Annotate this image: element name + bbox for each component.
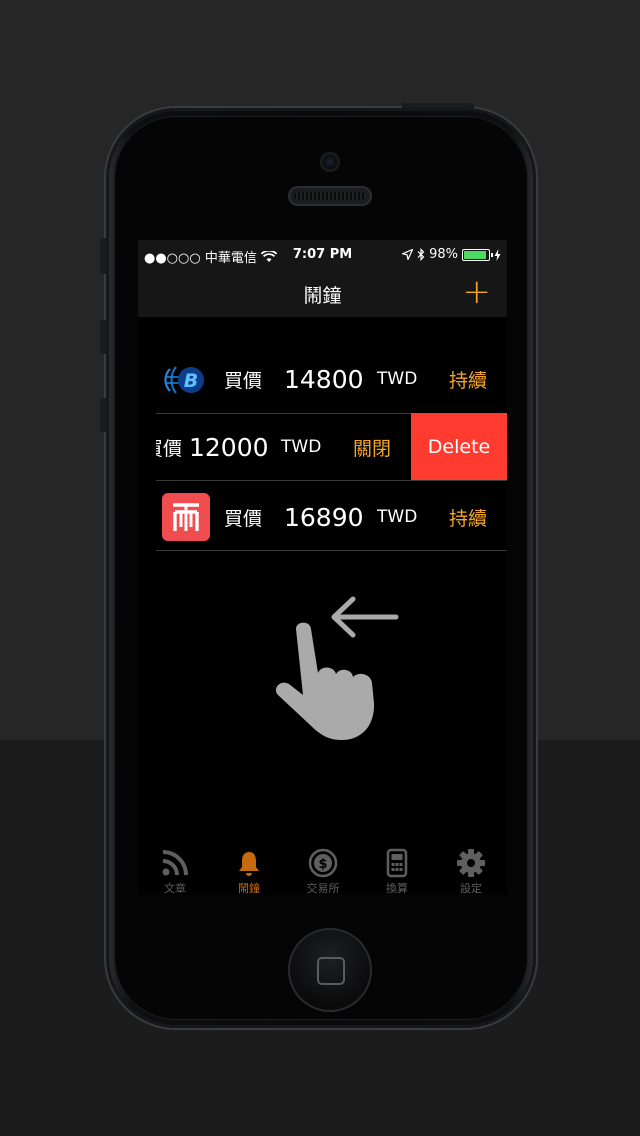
- bitoex-logo-icon: B: [164, 366, 204, 394]
- alarm-row[interactable]: 買價 16890 TWD 持續: [156, 483, 507, 551]
- alarm-row[interactable]: B 買價 14800 TWD 持續: [156, 345, 507, 413]
- tab-label: 交易所: [306, 882, 340, 895]
- battery-percent: 98%: [429, 247, 458, 262]
- coin-logo-icon: [162, 493, 210, 541]
- swipe-left-arrow-icon: [331, 596, 399, 638]
- swiped-content: 買價 12000 TWD 關閉: [156, 413, 411, 481]
- tab-label: 設定: [460, 882, 482, 895]
- tab-exchanges[interactable]: $ 交易所: [286, 840, 360, 895]
- bell-icon: [239, 852, 259, 876]
- add-alarm-button[interactable]: +: [463, 274, 492, 310]
- charging-bolt-icon: [494, 248, 501, 261]
- pointing-hand-icon: [275, 622, 375, 740]
- price-type-label: 買價: [224, 369, 263, 392]
- price-type-label: 買價: [156, 437, 183, 460]
- tab-alarms[interactable]: 鬧鐘: [212, 840, 286, 895]
- tab-label: 換算: [386, 882, 408, 895]
- dollar-coin-icon: $: [308, 848, 338, 878]
- volume-up-button: [100, 320, 106, 354]
- alarm-status: 關閉: [353, 437, 392, 460]
- gear-icon: [457, 849, 485, 877]
- row-divider: [156, 550, 507, 551]
- home-button: [290, 930, 370, 1010]
- rss-icon: [162, 850, 188, 876]
- volume-down-button: [100, 398, 106, 432]
- alarm-row-swiped[interactable]: 買價 12000 TWD 關閉 Delete: [156, 413, 507, 481]
- currency-label: TWD: [281, 437, 322, 457]
- swipe-gesture-hint: [275, 596, 399, 740]
- delete-button[interactable]: Delete: [411, 413, 507, 481]
- currency-label: TWD: [377, 507, 418, 527]
- currency-label: TWD: [377, 369, 418, 389]
- battery-icon: [462, 248, 493, 261]
- alarm-price: 14800: [284, 364, 364, 394]
- app-screen: ●●○○○ 中華電信 7:07 PM 98% 鬧鐘 + B 買價 14800 T…: [138, 240, 507, 895]
- svg-text:B: B: [184, 370, 198, 392]
- page-title: 鬧鐘: [303, 285, 342, 307]
- tab-label: 鬧鐘: [238, 882, 260, 895]
- alarm-status: 持續: [449, 507, 488, 530]
- alarm-price: 12000: [189, 432, 269, 462]
- row-divider: [156, 480, 507, 481]
- tab-articles[interactable]: 文章: [138, 840, 212, 895]
- earpiece-speaker: [288, 186, 372, 206]
- svg-text:$: $: [318, 857, 327, 872]
- alarm-price: 16890: [284, 502, 364, 532]
- tab-label: 文章: [164, 882, 186, 895]
- alarm-status: 持續: [449, 369, 488, 392]
- mute-switch: [100, 238, 106, 274]
- location-arrow-icon: [402, 249, 414, 260]
- tab-settings[interactable]: 設定: [434, 840, 507, 895]
- front-camera: [320, 152, 340, 172]
- power-button: [402, 103, 474, 108]
- price-type-label: 買價: [224, 507, 263, 530]
- calculator-icon: [386, 848, 408, 878]
- tab-bar: 文章 鬧鐘 $ 交易所 換算 設定: [138, 840, 507, 895]
- bluetooth-icon: [417, 248, 425, 261]
- nav-bar: 鬧鐘 +: [138, 270, 507, 317]
- status-bar: ●●○○○ 中華電信 7:07 PM 98%: [138, 240, 507, 270]
- tab-converter[interactable]: 換算: [360, 840, 434, 895]
